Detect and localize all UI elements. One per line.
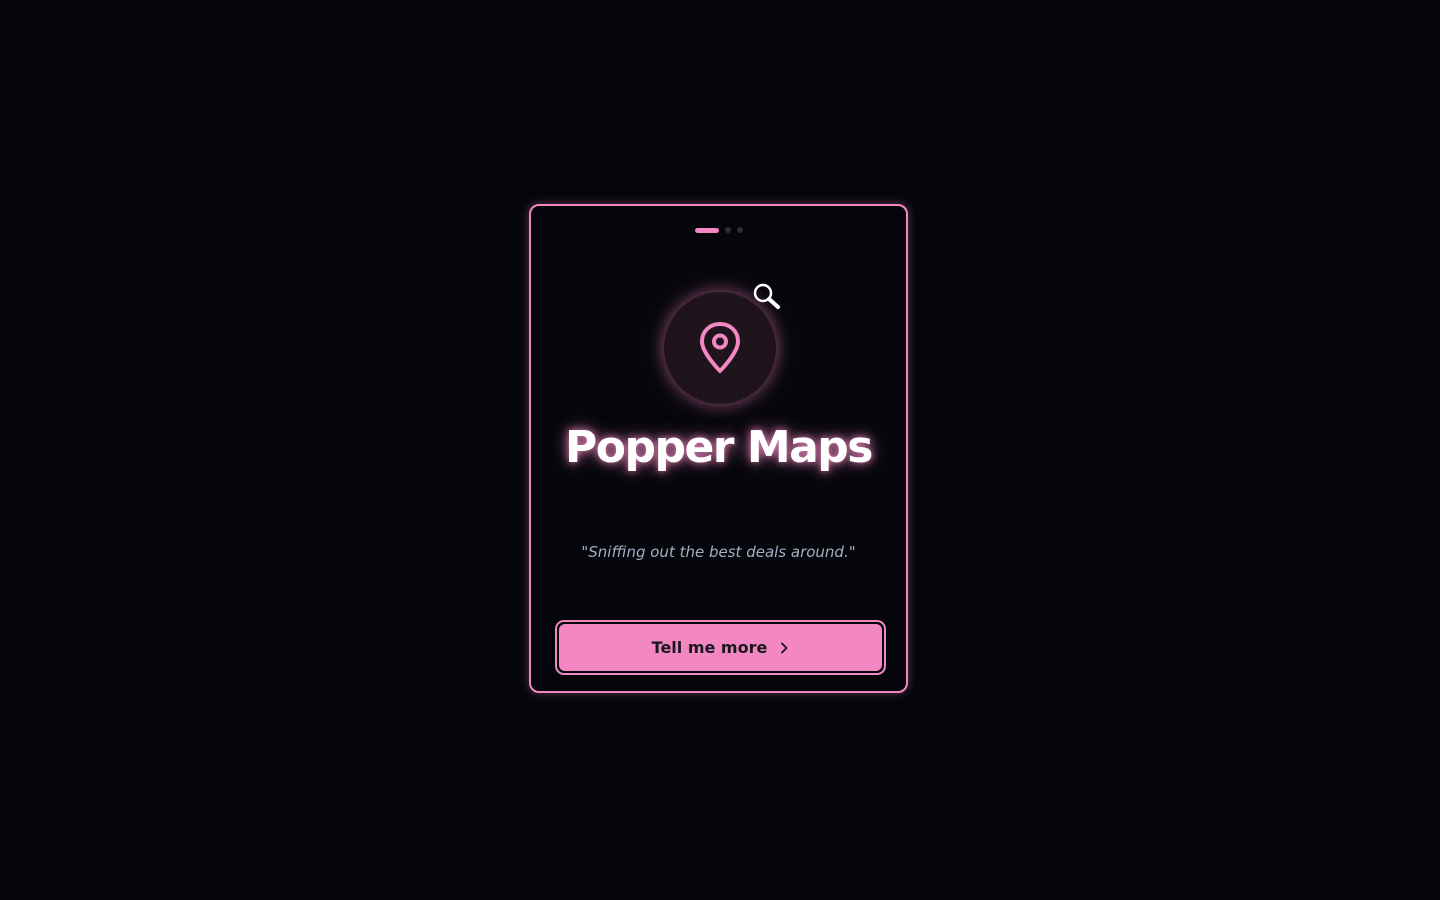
cta-button-frame: Tell me more [555,620,886,675]
map-pin-icon [700,322,740,373]
tell-me-more-button[interactable]: Tell me more [559,624,882,671]
page-dot-2[interactable] [724,227,731,233]
pagination-dots [531,227,906,233]
onboarding-card: Popper Maps "Sniffing out the best deals… [529,204,908,693]
cta-label: Tell me more [651,638,768,657]
magnifier-icon [753,283,780,309]
page-dot-1[interactable] [694,227,719,233]
chevron-right-icon [781,642,788,653]
page-dot-3[interactable] [736,227,743,233]
app-tagline: "Sniffing out the best deals around." [581,543,856,561]
app-title: Popper Maps [565,422,874,473]
